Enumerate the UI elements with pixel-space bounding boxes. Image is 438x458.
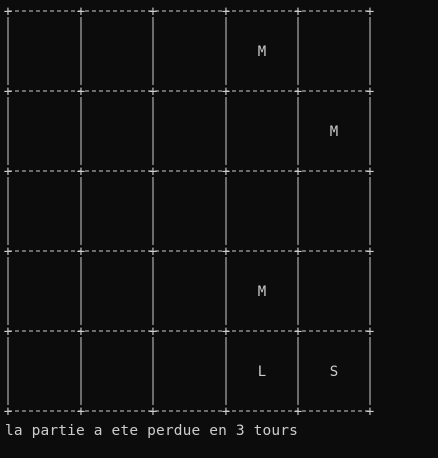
grid-cell-4-3: L	[258, 364, 266, 380]
grid-corner-1-1: +	[77, 84, 85, 100]
grid-corner-3-0: +	[4, 244, 12, 260]
grid-corner-1-2: +	[149, 84, 157, 100]
grid-corner-1-4: +	[294, 84, 302, 100]
grid-cell-4-4: S	[330, 364, 338, 380]
grid-corner-1-3: +	[222, 84, 230, 100]
grid-corner-3-4: +	[294, 244, 302, 260]
grid-cell-1-4: M	[330, 124, 338, 140]
grid-corner-5-0: +	[4, 404, 12, 420]
game-status-message: la partie a ete perdue en 3 tours	[5, 423, 299, 439]
grid-corner-2-0: +	[4, 164, 12, 180]
grid-corner-2-5: +	[366, 164, 374, 180]
grid-corner-4-5: +	[366, 324, 374, 340]
grid-cell-0-3: M	[258, 44, 266, 60]
grid-corner-5-3: +	[222, 404, 230, 420]
grid-corner-2-1: +	[77, 164, 85, 180]
grid-corner-0-4: +	[294, 4, 302, 20]
terminal-window: + + + + + + + + + + + + + + + + + + + + + + + + + + + + + + + + + + + + M M M L…	[0, 0, 438, 458]
grid-corner-5-2: +	[149, 404, 157, 420]
grid-corner-3-3: +	[222, 244, 230, 260]
grid-corner-4-1: +	[77, 324, 85, 340]
grid-corner-2-4: +	[294, 164, 302, 180]
grid-corner-4-0: +	[4, 324, 12, 340]
game-board: + + + + + + + + + + + + + + + + + + + + + + + + + + + + + + + + + + + + M M M L…	[4, 4, 374, 420]
grid-corner-4-2: +	[149, 324, 157, 340]
grid-corner-0-2: +	[149, 4, 157, 20]
grid-corner-0-3: +	[222, 4, 230, 20]
grid-corner-3-1: +	[77, 244, 85, 260]
grid-cell-3-3: M	[258, 284, 266, 300]
grid-corner-0-0: +	[4, 4, 12, 20]
grid-corner-1-0: +	[4, 84, 12, 100]
grid-corner-1-5: +	[366, 84, 374, 100]
grid-corner-5-1: +	[77, 404, 85, 420]
grid-corner-2-2: +	[149, 164, 157, 180]
grid-corner-3-5: +	[366, 244, 374, 260]
grid-corner-0-1: +	[77, 4, 85, 20]
grid-corner-3-2: +	[149, 244, 157, 260]
grid-corner-5-5: +	[366, 404, 374, 420]
grid-corner-0-5: +	[366, 4, 374, 20]
grid-corner-4-4: +	[294, 324, 302, 340]
grid-corner-5-4: +	[294, 404, 302, 420]
grid-corner-2-3: +	[222, 164, 230, 180]
grid-corner-4-3: +	[222, 324, 230, 340]
